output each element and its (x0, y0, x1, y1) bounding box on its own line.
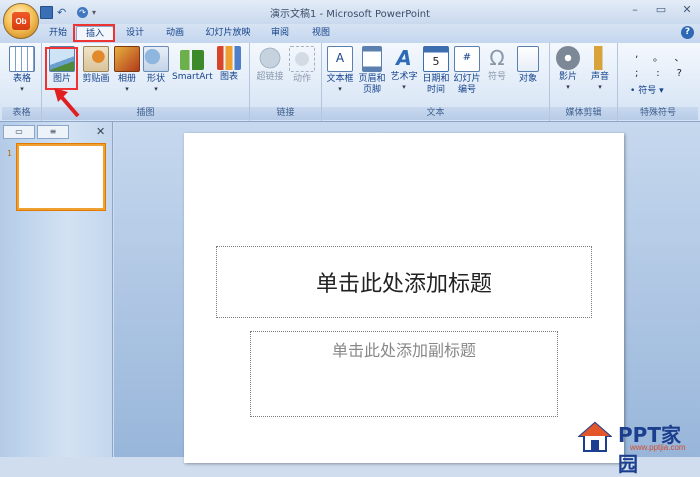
house-logo-icon (578, 421, 612, 452)
group-label-tables: 表格 (2, 107, 41, 120)
photo-album-icon (114, 46, 140, 72)
symbol-semicolon[interactable]: ; (626, 68, 647, 79)
slide[interactable]: 单击此处添加标题 单击此处添加副标题 (184, 133, 624, 463)
special-symbol-button[interactable]: • 符号 ▾ (630, 83, 664, 96)
textbox-icon: A (327, 46, 353, 72)
symbol-dot-icon: • (630, 86, 636, 96)
header-footer-button[interactable]: 页眉和 页脚 (357, 46, 387, 96)
tab-animations[interactable]: 动画 (160, 26, 190, 41)
window-controls: – ▭ ✕ (622, 2, 700, 18)
group-links: 超链接 动作 链接 (250, 43, 322, 121)
shapes-button[interactable]: 形状 ▾ (143, 46, 169, 93)
close-panel-icon[interactable]: ✕ (96, 125, 105, 138)
panel-tabs: ▭ ≡ (3, 125, 69, 139)
tab-view[interactable]: 视图 (306, 26, 336, 41)
ribbon: 表格 ▾ 表格 图片 剪贴画 相册 ▾ 形状 ▾ SmartArt 图表 插图 … (0, 43, 700, 122)
chart-button[interactable]: 图表 (216, 46, 242, 83)
film-reel-icon (556, 46, 580, 70)
wordart-button[interactable]: A 艺术字 ▾ (389, 46, 419, 91)
smartart-button[interactable]: SmartArt (172, 46, 213, 83)
omega-icon: Ω (489, 46, 505, 70)
close-button[interactable]: ✕ (674, 2, 700, 18)
date-time-button[interactable]: 5 日期和 时间 (421, 46, 451, 96)
smartart-icon (180, 50, 204, 70)
group-label-text: 文本 (322, 107, 549, 120)
maximize-button[interactable]: ▭ (648, 2, 674, 18)
group-tables: 表格 ▾ 表格 (2, 43, 42, 121)
title-bar: ↶ ↷ ▾ 演示文稿1 - Microsoft PowerPoint – ▭ ✕ (0, 0, 700, 24)
shapes-icon (143, 46, 169, 72)
insert-tab-highlight (73, 24, 115, 42)
object-button[interactable]: 对象 (514, 46, 542, 85)
tab-home[interactable]: 开始 (44, 26, 72, 41)
slides-tab[interactable]: ▭ (3, 125, 35, 139)
action-button[interactable]: 动作 (288, 46, 316, 85)
hyperlink-icon (258, 46, 282, 70)
symbol-colon[interactable]: : (647, 68, 668, 79)
slide-number-button[interactable]: # 幻灯片 编号 (452, 46, 482, 96)
textbox-button[interactable]: A 文本框 ▾ (325, 46, 355, 93)
watermark-url: www.pptjia.com (630, 443, 686, 452)
symbol-question[interactable]: ? (669, 68, 690, 79)
subtitle-placeholder[interactable]: 单击此处添加副标题 (250, 331, 558, 417)
window-title: 演示文稿1 - Microsoft PowerPoint (269, 9, 431, 20)
table-button[interactable]: 表格 ▾ (8, 46, 36, 93)
group-label-special-symbols: 特殊符号 (618, 107, 698, 120)
symbol-period[interactable]: 。 (647, 49, 668, 64)
slide-number: 1 (7, 149, 13, 158)
header-footer-icon (362, 46, 382, 72)
slide-number-icon: # (454, 46, 480, 72)
slide-thumbnail[interactable] (17, 144, 105, 210)
group-label-media: 媒体剪辑 (550, 107, 617, 120)
sound-button[interactable]: 声音 ▾ (586, 46, 614, 91)
tab-review[interactable]: 审阅 (265, 26, 295, 41)
group-text: A 文本框 ▾ 页眉和 页脚 A 艺术字 ▾ 5 日期和 时间 # 幻灯片 编号… (322, 43, 550, 121)
group-special-symbols: , 。 、 ; : ? • 符号 ▾ 特殊符号 (618, 43, 698, 121)
movie-button[interactable]: 影片 ▾ (554, 46, 582, 91)
chart-icon (217, 46, 241, 70)
clipart-button[interactable]: 剪贴画 (80, 46, 112, 85)
watermark: PPT家园 www.pptjia.com (578, 416, 698, 476)
symbol-button[interactable]: Ω 符号 (484, 46, 510, 83)
office-logo-icon: Ob (12, 12, 30, 30)
hyperlink-button[interactable]: 超链接 (254, 46, 286, 83)
title-placeholder[interactable]: 单击此处添加标题 (216, 246, 592, 318)
symbol-comma[interactable]: , (626, 49, 647, 64)
wordart-icon: A (396, 46, 412, 70)
office-button[interactable]: Ob (3, 3, 39, 39)
symbol-grid: , 。 、 ; : ? (626, 49, 690, 79)
help-icon[interactable]: ? (681, 26, 694, 39)
pointer-arrow-icon (54, 88, 80, 118)
action-icon (289, 46, 315, 72)
symbol-enum-comma[interactable]: 、 (669, 49, 690, 64)
tab-design[interactable]: 设计 (120, 26, 150, 41)
slides-panel: ▭ ≡ ✕ 1 (0, 122, 113, 457)
picture-button-highlight (45, 47, 78, 90)
group-label-links: 链接 (250, 107, 321, 120)
speaker-icon (588, 46, 612, 70)
group-media: 影片 ▾ 声音 ▾ 媒体剪辑 (550, 43, 618, 121)
minimize-button[interactable]: – (622, 2, 648, 18)
tab-slideshow[interactable]: 幻灯片放映 (200, 26, 256, 41)
photo-album-button[interactable]: 相册 ▾ (114, 46, 140, 93)
clipart-icon (83, 46, 109, 72)
calendar-icon: 5 (423, 46, 449, 72)
outline-tab[interactable]: ≡ (37, 125, 69, 139)
object-icon (517, 46, 539, 72)
slide-canvas: 单击此处添加标题 单击此处添加副标题 (114, 122, 700, 463)
table-icon (9, 46, 35, 72)
